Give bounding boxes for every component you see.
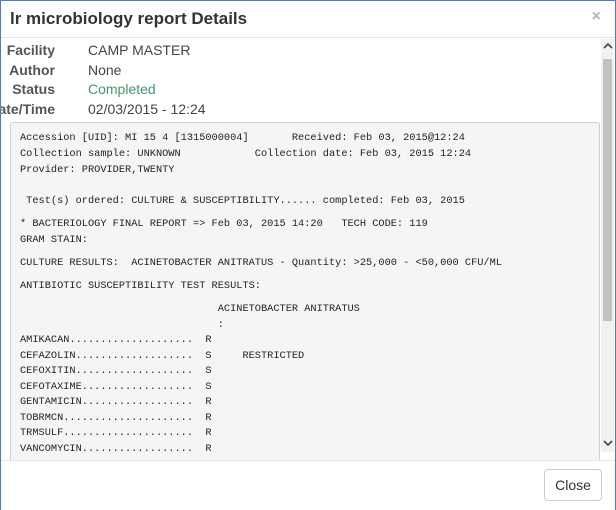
report-line: Test(s) ordered: CULTURE & SUSCEPTIBILIT… xyxy=(20,195,465,207)
report-line: CEFAZOLIN................... S RESTRICTE… xyxy=(20,350,305,362)
report-line: Provider: PROVIDER,TWENTY xyxy=(20,164,175,176)
dialog-footer: Close xyxy=(1,460,615,510)
report-line: CEFOTAXIME.................. S xyxy=(20,381,212,393)
report-line: * BACTERIOLOGY FINAL REPORT => Feb 03, 2… xyxy=(20,218,428,230)
dialog-title: lr microbiology report Details xyxy=(10,9,248,28)
facility-label: Facility xyxy=(6,42,55,58)
status-label: Status xyxy=(12,81,55,97)
scrollbar-thumb[interactable] xyxy=(603,59,612,321)
report-details-dialog: lr microbiology report Details × Facilit… xyxy=(0,0,616,510)
report-line: : xyxy=(20,319,224,331)
facility-row: Facility CAMP MASTER xyxy=(1,42,591,62)
dialog-header: lr microbiology report Details × xyxy=(1,1,615,38)
report-line: GRAM STAIN: xyxy=(20,234,88,246)
datetime-row: Date/Time 02/03/2015 - 12:24 xyxy=(1,101,591,121)
report-line: AMIKACAN.................... R xyxy=(20,334,212,346)
dialog-body: Facility CAMP MASTER Author None Status … xyxy=(1,38,615,460)
close-button[interactable]: Close xyxy=(544,469,602,501)
status-value: Completed xyxy=(88,81,156,97)
report-text-box: Accession [UID]: MI 15 4 [1315000004] Re… xyxy=(10,122,600,460)
report-line: CULTURE RESULTS: ACINETOBACTER ANITRATUS… xyxy=(20,257,502,269)
status-row: Status Completed xyxy=(1,81,591,101)
report-line: CEFOXITIN................... S xyxy=(20,365,212,377)
report-line: Collection sample: UNKNOWN Collection da… xyxy=(20,148,472,160)
author-row: Author None xyxy=(1,62,591,82)
report-line: Accession [UID]: MI 15 4 [1315000004] Re… xyxy=(20,132,465,144)
report-line: TOBRMCN..................... R xyxy=(20,412,212,424)
report-line: VANCOMYCIN.................. R xyxy=(20,443,212,455)
author-value: None xyxy=(88,62,122,78)
author-label: Author xyxy=(9,62,55,78)
datetime-label: Date/Time xyxy=(1,101,55,117)
report-line: ANTIBIOTIC SUSCEPTIBILITY TEST RESULTS: xyxy=(20,280,261,292)
report-line: ACINETOBACTER ANITRATUS xyxy=(20,303,360,315)
report-line: TRMSULF..................... R xyxy=(20,427,212,439)
chevron-down-icon[interactable] xyxy=(602,438,614,450)
facility-value: CAMP MASTER xyxy=(88,42,191,58)
chevron-up-icon[interactable] xyxy=(602,41,614,53)
vertical-scrollbar[interactable] xyxy=(601,39,614,452)
report-line: GENTAMICIN.................. R xyxy=(20,396,212,408)
datetime-value: 02/03/2015 - 12:24 xyxy=(88,101,206,117)
close-icon[interactable]: × xyxy=(592,9,601,25)
